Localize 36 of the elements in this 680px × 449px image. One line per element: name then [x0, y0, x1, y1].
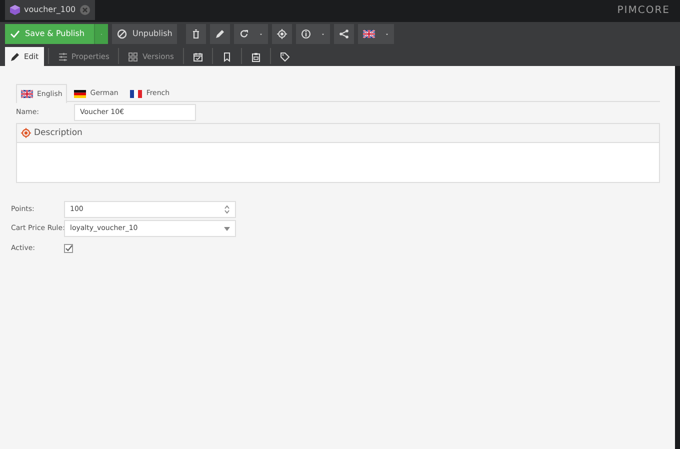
target-icon: [277, 29, 288, 39]
pencil-icon: [215, 29, 226, 39]
tag-icon: [280, 52, 290, 62]
sliders-icon: [58, 52, 68, 62]
pencil-icon: [10, 52, 20, 62]
panel-header: Description: [17, 124, 659, 143]
brand-logo: PIMCORE: [617, 4, 670, 18]
dropdown-button[interactable]: [94, 24, 108, 44]
info-button[interactable]: [296, 24, 316, 44]
prohibited-icon: [117, 29, 128, 39]
target-button[interactable]: [272, 24, 292, 44]
spinner-icon[interactable]: [224, 205, 230, 214]
share-button[interactable]: [334, 24, 354, 44]
delete-button[interactable]: [186, 24, 206, 44]
clipboard-icon: [250, 52, 261, 62]
cube-icon: [10, 5, 20, 15]
trash-icon: [191, 29, 202, 39]
bookmark-icon: [222, 52, 232, 62]
edit-button[interactable]: [210, 24, 230, 44]
checkbox[interactable]: [64, 244, 73, 252]
grid-icon: [128, 52, 138, 62]
unpublish-button[interactable]: Unpublish: [112, 24, 178, 44]
target-icon: [21, 128, 31, 138]
flag-icon: [21, 90, 33, 98]
flag-icon: [74, 90, 86, 98]
language-button[interactable]: [358, 24, 380, 44]
reload-button[interactable]: [234, 24, 254, 44]
document-tab[interactable]: voucher_100: [5, 0, 95, 20]
flag-icon: [130, 90, 142, 98]
info-icon: [301, 29, 312, 39]
caret-icon: [224, 226, 230, 230]
calendar-icon: [192, 52, 203, 62]
flag-icon: [363, 30, 376, 38]
reload-icon: [239, 29, 250, 39]
check-icon: [10, 29, 20, 39]
share-icon: [339, 29, 350, 39]
